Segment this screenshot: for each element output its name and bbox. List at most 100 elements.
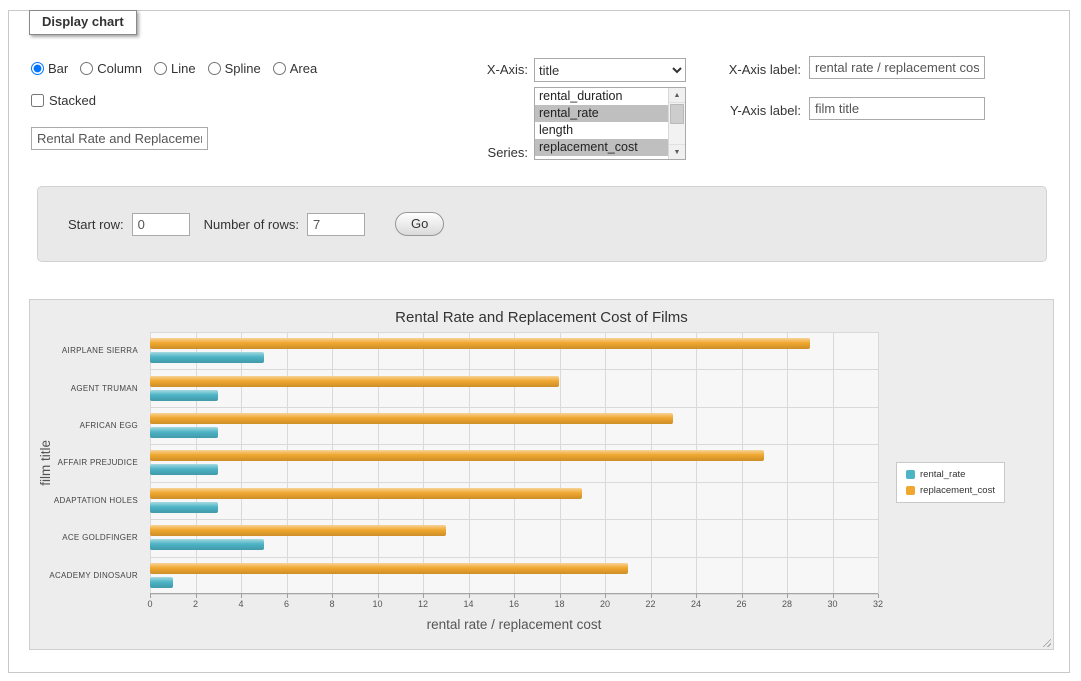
bar-rental_rate xyxy=(150,539,264,550)
plot-area xyxy=(150,332,878,594)
bar-rental_rate xyxy=(150,352,264,363)
x-axis-label-field-label: X-Axis label: xyxy=(697,62,801,77)
chart-type-bar[interactable]: Bar xyxy=(31,61,68,76)
bar-rental_rate xyxy=(150,390,218,401)
bar-rental_rate xyxy=(150,427,218,438)
x-tick-label: 32 xyxy=(873,599,883,609)
scroll-up-icon[interactable]: ▲ xyxy=(669,88,685,103)
legend-label-replacement_cost: replacement_cost xyxy=(920,485,995,496)
category-label: AFRICAN EGG xyxy=(30,407,138,444)
bar-group xyxy=(150,519,878,556)
x-tick-label: 12 xyxy=(418,599,428,609)
stacked-label: Stacked xyxy=(49,93,96,108)
bar-rental_rate xyxy=(150,577,173,588)
chart-type-label-area: Area xyxy=(290,61,317,76)
series-option-rental_duration[interactable]: rental_duration xyxy=(535,88,668,105)
bar-replacement_cost xyxy=(150,413,673,424)
chart-type-area[interactable]: Area xyxy=(273,61,317,76)
bar-group xyxy=(150,407,878,444)
rows-panel: Start row: Number of rows: Go xyxy=(37,186,1047,262)
x-tick-mark xyxy=(196,594,197,598)
bar-replacement_cost xyxy=(150,525,446,536)
series-listbox[interactable]: rental_durationrental_ratelengthreplacem… xyxy=(534,87,686,160)
x-tick-mark xyxy=(378,594,379,598)
chart-title-input[interactable] xyxy=(31,127,208,150)
legend-swatch-rental_rate xyxy=(906,470,915,479)
chart-type-radio-bar[interactable] xyxy=(31,62,44,75)
series-field-label: Series: xyxy=(454,145,528,160)
scrollbar-thumb[interactable] xyxy=(670,104,684,124)
chart-title: Rental Rate and Replacement Cost of Film… xyxy=(30,309,1053,326)
go-button[interactable]: Go xyxy=(395,212,444,236)
x-tick-mark xyxy=(787,594,788,598)
bar-group xyxy=(150,557,878,594)
series-option-rental_rate[interactable]: rental_rate xyxy=(535,105,668,122)
x-tick-label: 22 xyxy=(645,599,655,609)
x-tick-label: 16 xyxy=(509,599,519,609)
bar-group xyxy=(150,444,878,481)
start-row-input[interactable] xyxy=(132,213,190,236)
bar-group xyxy=(150,482,878,519)
bar-group xyxy=(150,369,878,406)
x-tick-mark xyxy=(696,594,697,598)
x-tick-label: 6 xyxy=(284,599,289,609)
y-axis-label-input[interactable] xyxy=(809,97,985,120)
x-axis-select[interactable]: title xyxy=(534,58,686,82)
scroll-down-icon[interactable]: ▼ xyxy=(669,144,685,159)
x-tick-label: 26 xyxy=(736,599,746,609)
x-tick-label: 10 xyxy=(372,599,382,609)
chart-container: Rental Rate and Replacement Cost of Film… xyxy=(29,299,1054,650)
x-tick-mark xyxy=(560,594,561,598)
legend-swatch-replacement_cost xyxy=(906,486,915,495)
display-chart-panel: Display chart Bar Column Line Spline Area St… xyxy=(8,10,1070,673)
series-option-length[interactable]: length xyxy=(535,122,668,139)
panel-legend: Display chart xyxy=(29,10,137,35)
bar-replacement_cost xyxy=(150,338,810,349)
category-labels: AIRPLANE SIERRAAGENT TRUMANAFRICAN EGGAF… xyxy=(30,332,144,594)
chart-type-label-spline: Spline xyxy=(225,61,261,76)
category-label: AIRPLANE SIERRA xyxy=(30,332,138,369)
x-tick-mark xyxy=(150,594,151,598)
number-of-rows-label: Number of rows: xyxy=(204,217,299,232)
category-label: ACE GOLDFINGER xyxy=(30,519,138,556)
vertical-gridline xyxy=(878,332,879,594)
chart-type-label-column: Column xyxy=(97,61,142,76)
x-tick-label: 24 xyxy=(691,599,701,609)
x-axis-label-input[interactable] xyxy=(809,56,985,79)
chart-type-column[interactable]: Column xyxy=(80,61,142,76)
panel-legend-text: Display chart xyxy=(42,14,124,29)
chart-type-spline[interactable]: Spline xyxy=(208,61,261,76)
x-axis-line xyxy=(150,593,878,594)
x-tick-mark xyxy=(514,594,515,598)
x-tick-label: 18 xyxy=(554,599,564,609)
stacked-checkbox[interactable] xyxy=(31,94,44,107)
number-of-rows-input[interactable] xyxy=(307,213,365,236)
bar-replacement_cost xyxy=(150,563,628,574)
x-tick-label: 30 xyxy=(827,599,837,609)
y-axis-label-field-label: Y-Axis label: xyxy=(697,103,801,118)
chart-type-radio-area[interactable] xyxy=(273,62,286,75)
legend-item-rental_rate[interactable]: rental_rate xyxy=(906,469,995,480)
resize-handle[interactable] xyxy=(1040,636,1051,647)
x-tick-mark xyxy=(742,594,743,598)
chart-type-radio-column[interactable] xyxy=(80,62,93,75)
x-tick-label: 14 xyxy=(463,599,473,609)
chart-type-line[interactable]: Line xyxy=(154,61,196,76)
category-label: ADAPTATION HOLES xyxy=(30,482,138,519)
chart-legend: rental_rate replacement_cost xyxy=(896,462,1005,503)
chart-type-radio-line[interactable] xyxy=(154,62,167,75)
chart-type-label-bar: Bar xyxy=(48,61,68,76)
series-option-replacement_cost[interactable]: replacement_cost xyxy=(535,139,668,156)
x-tick-mark xyxy=(469,594,470,598)
x-tick-label: 0 xyxy=(147,599,152,609)
legend-item-replacement_cost[interactable]: replacement_cost xyxy=(906,485,995,496)
chart-type-radio-spline[interactable] xyxy=(208,62,221,75)
x-tick-mark xyxy=(423,594,424,598)
x-tick-mark xyxy=(287,594,288,598)
x-tick-label: 2 xyxy=(193,599,198,609)
x-tick-mark xyxy=(332,594,333,598)
chart-type-label-line: Line xyxy=(171,61,196,76)
stacked-option[interactable]: Stacked xyxy=(31,93,96,108)
bar-group xyxy=(150,332,878,369)
series-listbox-scrollbar[interactable]: ▲ ▼ xyxy=(668,88,685,159)
